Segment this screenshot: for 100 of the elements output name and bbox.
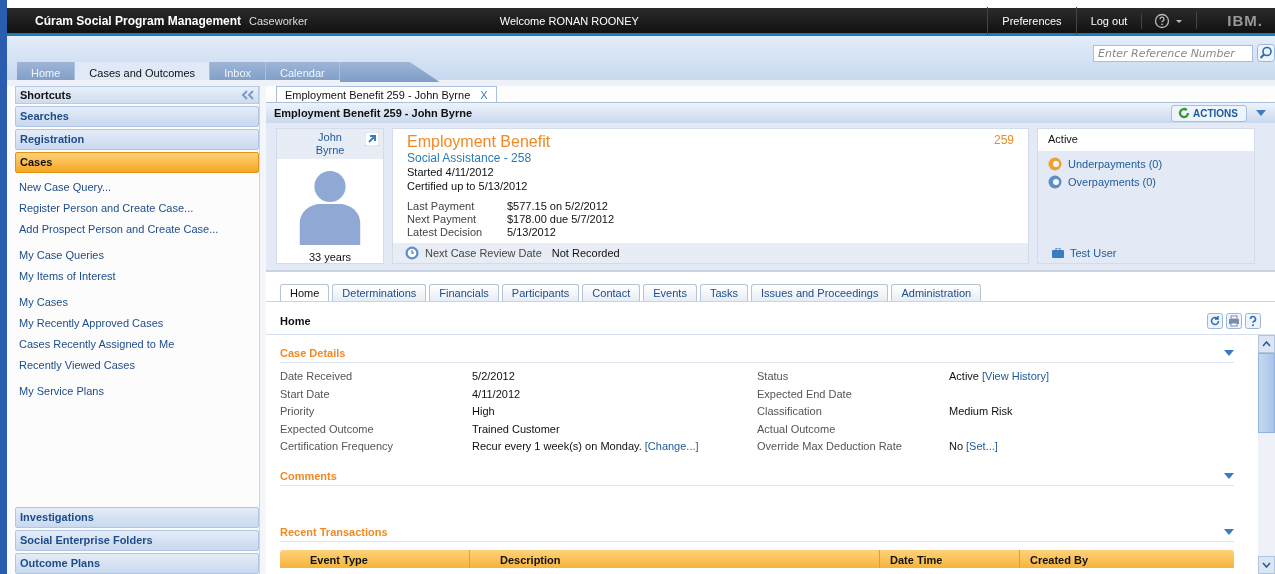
person-age: 33 years [308, 251, 352, 263]
case-section-tab[interactable]: Administration [891, 284, 982, 301]
payment-value: 5/13/2012 [507, 226, 557, 239]
content-title: Home [280, 315, 311, 327]
case-number: 259 [993, 133, 1014, 149]
help-icon[interactable] [1245, 313, 1261, 329]
sidebar-section[interactable]: Investigations [15, 507, 259, 528]
column-header[interactable]: Event Type [280, 549, 470, 568]
case-title: Employment Benefit [407, 133, 551, 151]
case-section-tab[interactable]: Tasks [699, 284, 749, 301]
briefcase-icon [1052, 248, 1064, 258]
shortcut-link[interactable]: Register Person and Create Case... [19, 200, 255, 216]
field-label: Date Received [280, 369, 354, 384]
header-link[interactable]: Log out [1075, 6, 1142, 35]
field-label: Classification [757, 404, 823, 419]
sidebar-section[interactable]: Social Enterprise Folders [15, 530, 259, 551]
refresh-icon[interactable] [1207, 313, 1223, 329]
field-label: Override Max Deduction Rate [757, 439, 903, 454]
payment-label: Next Payment [407, 213, 478, 226]
case-tab[interactable]: Employment Benefit 259 - John Byrne X [276, 86, 497, 102]
case-subtitle-link[interactable]: Social Assistance - 258 [407, 151, 1014, 165]
refresh-icon [1178, 107, 1190, 119]
collapse-icon[interactable] [242, 90, 254, 100]
dropdown-icon[interactable] [1255, 109, 1267, 117]
section-title: Recent Transactions [280, 525, 388, 538]
case-section-tab[interactable]: Financials [429, 284, 499, 301]
search-icon[interactable] [1257, 44, 1275, 62]
section-title: Comments [280, 469, 337, 482]
reference-number-field[interactable]: Enter Reference Number [1093, 44, 1253, 62]
field-label: Status [757, 369, 790, 384]
section-title: Case Details [280, 347, 346, 359]
field-value: High [472, 404, 495, 419]
field-link[interactable]: [Set...] [966, 438, 998, 456]
column-header[interactable]: Date Time [880, 549, 1020, 568]
case-section-tab[interactable]: Issues and Proceedings [751, 284, 889, 301]
column-header[interactable]: Created By [1020, 549, 1234, 568]
sidebar-section[interactable]: Searches [15, 106, 259, 127]
field-value: Recur every 1 week(s) on Monday. [472, 439, 642, 454]
close-tab-button[interactable]: X [480, 88, 488, 101]
sidebar-section[interactable]: Outcome Plans [15, 553, 259, 574]
field-label: Certification Frequency [280, 439, 395, 454]
coin-icon [1048, 175, 1062, 189]
collapse-icon[interactable] [1224, 350, 1234, 356]
case-info: Started 4/11/2012 [407, 165, 495, 179]
case-tab-label: Employment Benefit 259 - John Byrne [285, 88, 471, 101]
scroll-down-icon[interactable] [1262, 562, 1271, 568]
shortcuts-title: Shortcuts [20, 89, 72, 101]
field-value: 5/2/2012 [472, 369, 515, 384]
shortcut-link[interactable]: My Service Plans [19, 383, 255, 399]
case-section-tab[interactable]: Contact [582, 284, 641, 301]
shortcut-link[interactable]: My Recently Approved Cases [19, 315, 255, 331]
case-section-tab[interactable]: Events [643, 284, 697, 301]
shortcut-link[interactable]: Cases Recently Assigned to Me [19, 336, 255, 352]
case-section-tab[interactable]: Participants [501, 284, 580, 301]
coin-icon [1048, 157, 1062, 171]
logo: IBM. [1196, 12, 1275, 29]
collapse-icon[interactable] [1224, 528, 1234, 535]
product-name: Cúram Social Program Management [35, 13, 242, 28]
shortcut-link[interactable]: My Cases [19, 294, 255, 310]
field-label: Actual Outcome [757, 421, 837, 437]
review-value: Not Recorded [551, 247, 620, 259]
field-value: No [949, 439, 964, 454]
field-label: Expected End Date [757, 386, 853, 402]
scrollbar[interactable] [1258, 335, 1275, 574]
field-label: Start Date [280, 386, 331, 402]
payment-link[interactable]: Underpayments (0) [1068, 158, 1163, 170]
actions-button[interactable]: ACTIONS [1171, 104, 1247, 122]
clock-icon [405, 246, 419, 260]
print-icon[interactable] [1226, 313, 1242, 329]
scroll-up-icon[interactable] [1262, 341, 1271, 347]
payment-value: $178.00 due 5/7/2012 [507, 213, 616, 226]
review-label: Next Case Review Date [425, 247, 542, 259]
field-value: Trained Customer [472, 421, 560, 437]
collapse-icon[interactable] [1224, 472, 1234, 479]
field-value: Medium Risk [949, 404, 1013, 419]
nav-tab[interactable]: Cases and Outcomes [75, 62, 211, 82]
payment-value: $577.15 on 5/2/2012 [507, 200, 609, 213]
payment-link[interactable]: Overpayments (0) [1068, 176, 1157, 188]
shortcut-link[interactable]: Recently Viewed Cases [19, 357, 255, 373]
shortcut-link[interactable]: My Case Queries [19, 247, 255, 263]
case-info: Certified up to 5/13/2012 [407, 179, 529, 193]
case-status: Active [1038, 129, 1254, 151]
header-link[interactable]: Preferences [987, 6, 1076, 35]
field-value: 4/11/2012 [472, 386, 521, 402]
field-link[interactable]: [Change...] [644, 438, 699, 456]
page-title: Employment Benefit 259 - John Byrne [274, 107, 473, 119]
case-section-tab[interactable]: Determinations [332, 284, 427, 301]
payment-label: Latest Decision [407, 226, 484, 239]
case-section-tab[interactable]: Home [280, 284, 330, 301]
link-icon[interactable] [365, 132, 379, 146]
field-value: Active [949, 369, 979, 384]
shortcut-link[interactable]: My Items of Interest [19, 268, 255, 284]
shortcut-link[interactable]: Add Prospect Person and Create Case... [19, 221, 255, 237]
user-link[interactable]: Test User [1070, 247, 1117, 259]
column-header[interactable]: Description [470, 549, 880, 568]
shortcut-link[interactable]: New Case Query... [19, 179, 255, 195]
field-link[interactable]: [View History] [981, 368, 1049, 386]
sidebar-section[interactable]: Registration [15, 129, 259, 150]
payment-label: Last Payment [407, 200, 476, 213]
sidebar-section[interactable]: Cases [15, 152, 259, 173]
